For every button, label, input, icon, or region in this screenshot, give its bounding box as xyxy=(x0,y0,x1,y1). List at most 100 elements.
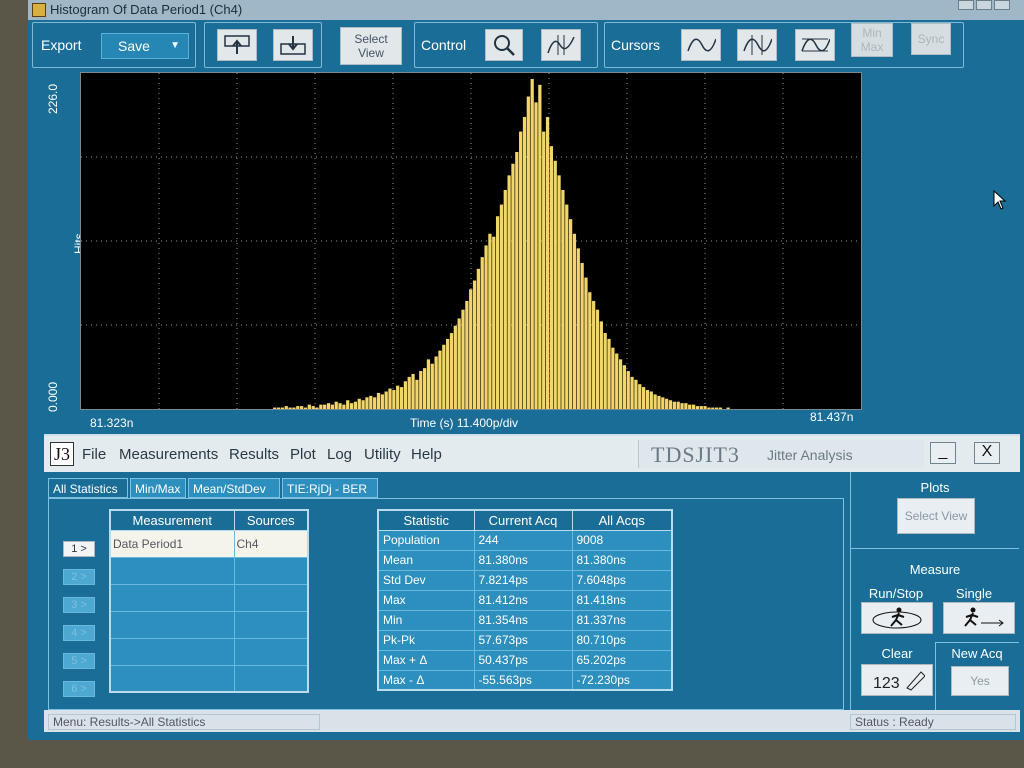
menu-results[interactable]: Results xyxy=(229,446,279,463)
histogram-bar xyxy=(534,102,538,410)
row-4-button[interactable]: 4 > xyxy=(63,625,95,641)
all-statistics-panel: 1 > 2 > 3 > 4 > 5 > 6 > Measurement Sour… xyxy=(48,498,844,710)
run-stop-label: Run/Stop xyxy=(868,586,924,601)
cursors-group: Cursors Min Max Sync xyxy=(604,22,964,68)
x-axis-label: Time (s) 11.400p/div xyxy=(410,416,519,430)
histogram-bar xyxy=(595,309,600,409)
menu-file[interactable]: File xyxy=(82,446,106,463)
histogram-bar xyxy=(707,407,711,409)
histogram-bar xyxy=(661,397,665,409)
measurement-cell xyxy=(109,664,235,693)
current-value: 81.380ns xyxy=(473,549,573,571)
minmax-button[interactable]: Min Max xyxy=(851,23,893,57)
run-stop-button[interactable] xyxy=(861,602,933,634)
table-row[interactable] xyxy=(109,610,309,639)
window-minimize-button[interactable] xyxy=(958,0,974,10)
cursor-vertical-button[interactable] xyxy=(737,29,777,61)
histogram-bar xyxy=(680,403,684,409)
histogram-bar xyxy=(495,216,500,409)
histogram-bar xyxy=(588,292,592,409)
tab-tie-rjdj-ber[interactable]: TIE:RjDj - BER xyxy=(282,478,378,498)
histogram-bar xyxy=(653,394,657,409)
window-maximize-button[interactable] xyxy=(976,0,992,10)
statistic-name: Max + Δ xyxy=(377,649,475,671)
row-6-button[interactable]: 6 > xyxy=(63,681,95,697)
table-row: Max 81.412ns 81.418ns xyxy=(377,589,673,611)
statistic-name: Population xyxy=(377,529,475,551)
histogram-bar xyxy=(407,376,411,409)
waveform-button[interactable] xyxy=(541,29,581,61)
export-plot-button[interactable] xyxy=(217,29,257,61)
histogram-bar xyxy=(311,406,315,409)
app-minimize-button[interactable]: _ xyxy=(930,442,956,464)
plots-header: Plots xyxy=(920,480,950,495)
histogram-bar xyxy=(280,407,285,409)
menu-utility[interactable]: Utility xyxy=(364,446,401,463)
measurement-cell: Data Period1 xyxy=(109,529,235,558)
menu-help[interactable]: Help xyxy=(411,446,442,463)
new-acq-yes-button[interactable]: Yes xyxy=(951,666,1009,696)
histogram-bar xyxy=(392,390,396,409)
table-row[interactable] xyxy=(109,556,309,585)
row-5-button[interactable]: 5 > xyxy=(63,653,95,669)
statistic-header: Statistic xyxy=(377,509,475,531)
source-cell xyxy=(233,556,309,585)
tab-mean-stddev[interactable]: Mean/StdDev xyxy=(188,478,280,498)
histogram-bar xyxy=(388,388,392,409)
histogram-bar xyxy=(296,406,300,409)
histogram-bar xyxy=(503,189,507,409)
current-value: -55.563ps xyxy=(473,669,573,691)
histogram-bar xyxy=(422,368,427,409)
cursor-off-button[interactable] xyxy=(681,29,721,61)
control-group: Control xyxy=(414,22,598,68)
table-row[interactable] xyxy=(109,637,309,666)
row-1-button[interactable]: 1 > xyxy=(63,541,95,557)
histogram-bar xyxy=(376,392,381,409)
all-value: 7.6048ps xyxy=(571,569,673,591)
tab-all-statistics[interactable]: All Statistics xyxy=(48,478,128,498)
export-up-icon xyxy=(224,35,250,54)
histogram-bar xyxy=(384,391,388,409)
histogram-bar xyxy=(349,403,354,409)
measurement-table: Measurement Sources Data Period1 Ch4 xyxy=(109,509,309,693)
clear-button[interactable]: 123 xyxy=(861,664,933,696)
save-dropdown[interactable]: Save ▼ xyxy=(101,33,189,59)
histogram-bar xyxy=(691,404,696,409)
histogram-bar xyxy=(480,257,484,409)
statistic-name: Pk-Pk xyxy=(377,629,475,651)
current-value: 81.354ns xyxy=(473,609,573,631)
histogram-plot[interactable] xyxy=(80,72,862,410)
window-close-button[interactable] xyxy=(994,0,1010,10)
histogram-bar xyxy=(273,407,277,409)
menu-measurements[interactable]: Measurements xyxy=(119,446,218,463)
svg-text:123: 123 xyxy=(873,675,900,692)
statistic-name: Max xyxy=(377,589,475,611)
menu-plot[interactable]: Plot xyxy=(290,446,316,463)
menu-log[interactable]: Log xyxy=(327,446,352,463)
row-2-button[interactable]: 2 > xyxy=(63,569,95,585)
tab-min-max[interactable]: Min/Max xyxy=(130,478,186,498)
histogram-bar xyxy=(699,406,703,409)
single-button[interactable] xyxy=(943,602,1015,634)
select-view-button[interactable]: Select View xyxy=(340,27,402,65)
y-min-label: 0.000 xyxy=(46,381,60,412)
table-row[interactable] xyxy=(109,664,309,693)
statistics-table: Statistic Current Acq All Acqs Populatio… xyxy=(377,509,673,691)
cursor-horizontal-button[interactable] xyxy=(795,29,835,61)
histogram-bar xyxy=(442,344,446,409)
side-panel: Plots Select View Measure Run/Stop Singl… xyxy=(850,472,1019,710)
zoom-button[interactable] xyxy=(485,29,523,61)
histogram-bar xyxy=(484,245,488,409)
sync-button[interactable]: Sync xyxy=(911,23,951,55)
side-select-view-button[interactable]: Select View xyxy=(897,498,975,534)
histogram-bar xyxy=(526,96,530,409)
histogram-bar xyxy=(515,152,519,409)
import-plot-button[interactable] xyxy=(273,29,313,61)
table-row[interactable]: Data Period1 Ch4 xyxy=(109,529,309,558)
app-close-button[interactable]: X xyxy=(974,442,1000,464)
histogram-bar xyxy=(538,84,542,409)
plot-action-group xyxy=(204,22,322,68)
histogram-bar xyxy=(472,280,477,409)
row-3-button[interactable]: 3 > xyxy=(63,597,95,613)
table-row[interactable] xyxy=(109,583,309,612)
